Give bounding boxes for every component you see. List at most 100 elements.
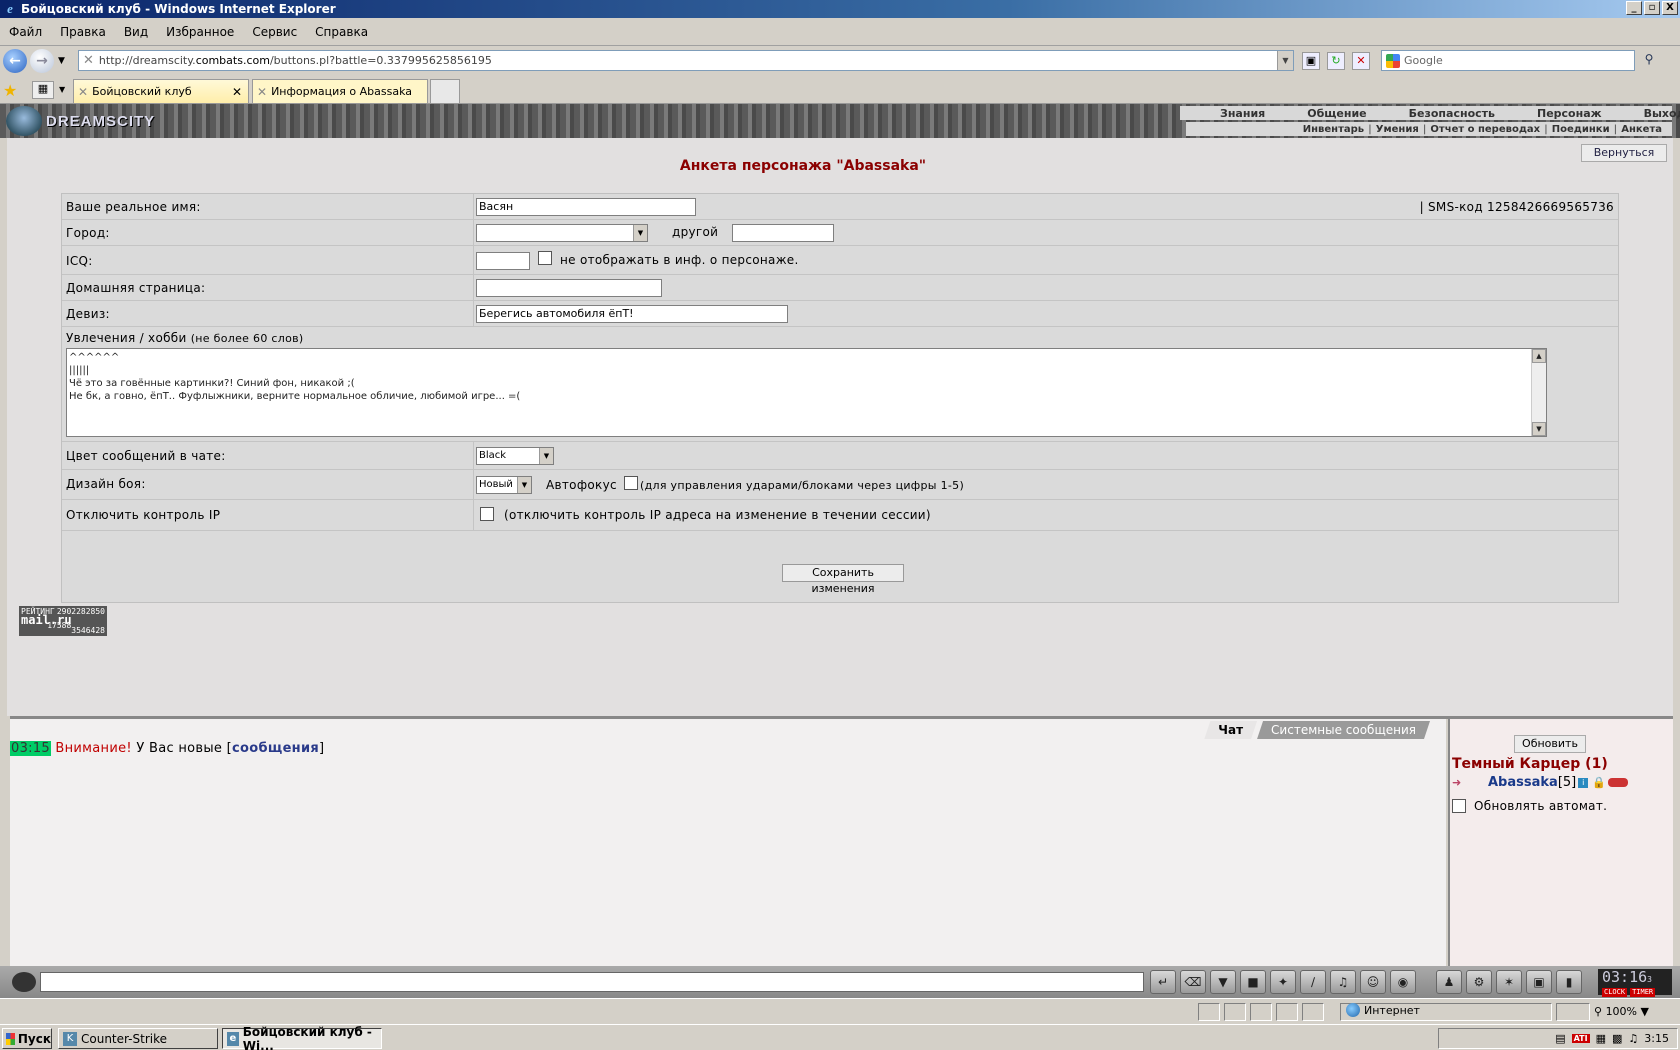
map-icon[interactable]: ⚙ <box>1466 970 1492 994</box>
nav-battles[interactable]: Поединки <box>1548 124 1614 135</box>
nav-inventory[interactable]: Инвентарь <box>1299 124 1368 135</box>
nav-security[interactable]: Безопасность <box>1367 107 1495 120</box>
nav-exit[interactable]: Выход <box>1602 107 1680 120</box>
language-icon[interactable]: ▩ <box>1612 1032 1622 1045</box>
address-dropdown-icon[interactable]: ▼ <box>1277 51 1293 70</box>
close-window-button[interactable]: X <box>1662 1 1678 15</box>
search-icon[interactable]: ⚲ <box>1640 52 1658 70</box>
scroll-down-icon[interactable]: ▼ <box>1532 422 1546 436</box>
chat-input[interactable] <box>40 972 1144 992</box>
icq-input[interactable] <box>476 252 530 270</box>
maximize-button[interactable]: ▫ <box>1644 1 1660 15</box>
friends-icon[interactable]: ◉ <box>1390 970 1416 994</box>
menu-favorites[interactable]: Избранное <box>157 25 243 39</box>
compat-view-icon[interactable]: ▣ <box>1302 52 1320 70</box>
tab-info-abassaka[interactable]: ✕ Информация о Abassaka <box>252 79 428 103</box>
close-tab-icon[interactable]: ✕ <box>232 85 242 99</box>
motto-input[interactable]: Берегись автомобиля ёпТ! <box>476 305 788 323</box>
stop-icon[interactable]: ✕ <box>1352 52 1370 70</box>
city-other-label: другой <box>672 225 719 239</box>
tab-list-dropdown-icon[interactable]: ▼ <box>59 85 65 94</box>
network-icon[interactable]: ▤ <box>1555 1032 1565 1045</box>
scroll-up-icon[interactable]: ▲ <box>1532 349 1546 363</box>
city-select[interactable]: ▼ <box>476 224 648 242</box>
inventory-icon[interactable]: ▣ <box>1526 970 1552 994</box>
new-tab-button[interactable] <box>430 79 460 103</box>
ati-icon[interactable]: ATI <box>1571 1034 1590 1043</box>
menu-edit[interactable]: Правка <box>51 25 115 39</box>
menu-view[interactable]: Вид <box>115 25 157 39</box>
address-input[interactable]: ✕ http://dreamscity. combats.com/buttons.… <box>78 50 1294 71</box>
quick-tabs-icon[interactable]: ▦ <box>32 81 54 99</box>
url-suffix: /buttons.pl?battle=0.337995625856195 <box>269 54 492 67</box>
page-icon: ✕ <box>83 53 94 68</box>
message-time: 03:15 <box>10 741 51 756</box>
nav-transfers[interactable]: Отчет о переводах <box>1426 124 1544 135</box>
volume-icon[interactable]: ♫ <box>1628 1032 1638 1045</box>
translit-icon[interactable]: ∕ <box>1300 970 1326 994</box>
user-nick[interactable]: Abassaka <box>1488 775 1558 790</box>
menu-help[interactable]: Справка <box>306 25 377 39</box>
tab-system-messages[interactable]: Системные сообщения <box>1257 721 1430 739</box>
back-arrow-icon[interactable]: ← <box>3 49 27 73</box>
forward-arrow-icon[interactable]: → <box>30 49 54 73</box>
task-fight-club[interactable]: e Бойцовский клуб - Wi... <box>222 1025 382 1050</box>
display-icon[interactable]: ▦ <box>1596 1032 1606 1045</box>
hobby-textarea[interactable]: ^^^^^^ |||||| Чё это за говённые картинк… <box>66 348 1547 437</box>
page-icon: ✕ <box>257 84 268 99</box>
info-icon[interactable]: i <box>1578 777 1589 788</box>
start-button[interactable]: Пуск <box>2 1028 52 1049</box>
nav-knowledge[interactable]: Знания <box>1180 107 1265 120</box>
options-icon[interactable]: ✶ <box>1496 970 1522 994</box>
toolbar-icons: ↵ ⌫ ▼ ■ ✦ ∕ ♫ ☺ ◉ ♟ ⚙ ✶ ▣ ▮ <box>1150 970 1582 994</box>
fighter-icon[interactable]: ✦ <box>1270 970 1296 994</box>
chat-color-select[interactable]: Black ▼ <box>476 447 554 465</box>
history-dropdown-icon[interactable]: ▼ <box>58 56 65 66</box>
favorites-star-icon[interactable]: ★ <box>3 81 17 100</box>
sound-icon[interactable]: ♫ <box>1330 970 1356 994</box>
eraser-icon[interactable]: ⌫ <box>1180 970 1206 994</box>
city-other-input[interactable] <box>732 224 834 242</box>
task-counter-strike[interactable]: K Counter-Strike <box>58 1028 218 1049</box>
row-ip-control: Отключить контроль IP (отключить контрол… <box>62 500 1618 530</box>
search-input[interactable]: Google <box>1381 50 1635 71</box>
tab-label: Информация о Abassaka <box>271 85 412 98</box>
character-icon[interactable]: ♟ <box>1436 970 1462 994</box>
mailru-rating-counter[interactable]: РЕЙТИНГ 2902282850 mail.ru 3546428 17588 <box>19 606 107 636</box>
nav-skills[interactable]: Умения <box>1372 124 1423 135</box>
sms-code: | SMS-код 1258426669565736 <box>1419 200 1614 214</box>
homepage-input[interactable] <box>476 279 662 297</box>
auto-refresh-checkbox[interactable] <box>1452 799 1466 813</box>
messages-link[interactable]: сообщения <box>232 741 319 756</box>
save-changes-button[interactable]: Сохранить изменения <box>782 564 904 595</box>
smile-icon[interactable]: ☺ <box>1360 970 1386 994</box>
private-message-icon[interactable]: ➜ <box>1452 776 1474 790</box>
protected-mode-icon[interactable] <box>1556 1003 1590 1021</box>
battle-design-select[interactable]: Новый ▼ <box>476 476 532 494</box>
room-sidebar: Обновить Темный Карцер (1) ➜ Abassaka [5]… <box>1448 719 1673 966</box>
real-name-label: Ваше реальное имя: <box>66 200 201 214</box>
refresh-icon[interactable]: ↻ <box>1327 52 1345 70</box>
ip-control-checkbox[interactable] <box>480 507 494 521</box>
exit-icon[interactable]: ▮ <box>1556 970 1582 994</box>
smiley-head-icon[interactable] <box>12 972 36 992</box>
filter-icon[interactable]: ▼ <box>1210 970 1236 994</box>
icq-hide-checkbox[interactable] <box>538 251 552 265</box>
real-name-input[interactable]: Васян <box>476 198 696 216</box>
zoom-level[interactable]: ⚲ 100% ▼ <box>1594 1005 1649 1018</box>
nav-profile[interactable]: Анкета <box>1617 124 1666 135</box>
send-icon[interactable]: ↵ <box>1150 970 1176 994</box>
autofocus-checkbox[interactable] <box>624 476 638 490</box>
tab-fight-club[interactable]: ✕ Бойцовский клуб ✕ <box>73 79 249 103</box>
game-header: DREAMSCITY Знания Общение Безопасность П… <box>0 104 1680 138</box>
save-log-icon[interactable]: ■ <box>1240 970 1266 994</box>
nav-communication[interactable]: Общение <box>1265 107 1366 120</box>
nav-character[interactable]: Персонаж <box>1495 107 1602 120</box>
menu-tools[interactable]: Сервис <box>243 25 306 39</box>
refresh-button[interactable]: Обновить <box>1514 735 1586 753</box>
tab-chat[interactable]: Чат <box>1204 721 1257 739</box>
menu-file[interactable]: Файл <box>0 25 51 39</box>
textarea-scrollbar[interactable]: ▲ ▼ <box>1531 349 1546 436</box>
minimize-button[interactable]: _ <box>1626 1 1642 15</box>
globe-icon <box>1346 1003 1360 1017</box>
